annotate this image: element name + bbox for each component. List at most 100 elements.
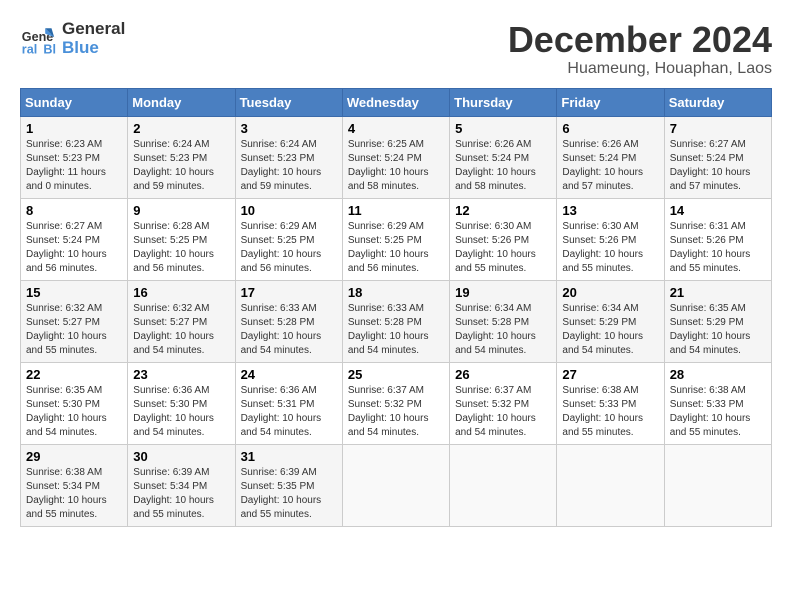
day-info: Sunrise: 6:33 AM Sunset: 5:28 PM Dayligh… <box>348 302 444 358</box>
day-number: 20 <box>562 285 658 300</box>
week-row-2: 8 Sunrise: 6:27 AM Sunset: 5:24 PM Daylig… <box>21 198 772 280</box>
day-info: Sunrise: 6:34 AM Sunset: 5:28 PM Dayligh… <box>455 302 551 358</box>
day-info: Sunrise: 6:24 AM Sunset: 5:23 PM Dayligh… <box>241 138 337 194</box>
svg-text:Blue: Blue <box>43 42 56 56</box>
header-cell-wednesday: Wednesday <box>342 88 449 116</box>
day-info: Sunrise: 6:37 AM Sunset: 5:32 PM Dayligh… <box>348 384 444 440</box>
day-cell: 3 Sunrise: 6:24 AM Sunset: 5:23 PM Daylig… <box>235 116 342 198</box>
day-info: Sunrise: 6:30 AM Sunset: 5:26 PM Dayligh… <box>455 220 551 276</box>
day-number: 26 <box>455 367 551 382</box>
day-cell: 12Sunrise: 6:30 AM Sunset: 5:26 PM Dayli… <box>450 198 557 280</box>
day-cell: 19Sunrise: 6:34 AM Sunset: 5:28 PM Dayli… <box>450 280 557 362</box>
day-cell: 9 Sunrise: 6:28 AM Sunset: 5:25 PM Daylig… <box>128 198 235 280</box>
day-cell: 6Sunrise: 6:26 AM Sunset: 5:24 PM Daylig… <box>557 116 664 198</box>
day-number: 29 <box>26 449 122 464</box>
day-cell: 28Sunrise: 6:38 AM Sunset: 5:33 PM Dayli… <box>664 362 771 444</box>
day-number: 16 <box>133 285 229 300</box>
day-cell: 2 Sunrise: 6:24 AM Sunset: 5:23 PM Daylig… <box>128 116 235 198</box>
logo-icon: Gene ral Blue <box>20 21 56 57</box>
day-cell <box>450 444 557 526</box>
day-cell: 23 Sunrise: 6:36 AM Sunset: 5:30 PM Dayli… <box>128 362 235 444</box>
week-row-1: 1 Sunrise: 6:23 AM Sunset: 5:23 PM Daylig… <box>21 116 772 198</box>
logo-line2: Blue <box>62 39 125 58</box>
day-number: 2 <box>133 121 229 136</box>
day-info: Sunrise: 6:32 AM Sunset: 5:27 PM Dayligh… <box>133 302 229 358</box>
day-cell: 4 Sunrise: 6:25 AM Sunset: 5:24 PM Daylig… <box>342 116 449 198</box>
day-info: Sunrise: 6:37 AM Sunset: 5:32 PM Dayligh… <box>455 384 551 440</box>
day-cell: 21 Sunrise: 6:35 AM Sunset: 5:29 PM Dayli… <box>664 280 771 362</box>
day-number: 14 <box>670 203 766 218</box>
day-number: 6 <box>562 121 658 136</box>
header-cell-saturday: Saturday <box>664 88 771 116</box>
day-info: Sunrise: 6:38 AM Sunset: 5:33 PM Dayligh… <box>670 384 766 440</box>
header-cell-monday: Monday <box>128 88 235 116</box>
header-cell-thursday: Thursday <box>450 88 557 116</box>
day-number: 8 <box>26 203 122 218</box>
day-cell: 20 Sunrise: 6:34 AM Sunset: 5:29 PM Dayli… <box>557 280 664 362</box>
day-cell: 10 Sunrise: 6:29 AM Sunset: 5:25 PM Dayli… <box>235 198 342 280</box>
day-number: 4 <box>348 121 444 136</box>
week-row-3: 15 Sunrise: 6:32 AM Sunset: 5:27 PM Dayli… <box>21 280 772 362</box>
day-info: Sunrise: 6:26 AM Sunset: 5:24 PM Dayligh… <box>455 138 551 194</box>
day-info: Sunrise: 6:36 AM Sunset: 5:31 PM Dayligh… <box>241 384 337 440</box>
day-number: 25 <box>348 367 444 382</box>
day-number: 5 <box>455 121 551 136</box>
day-info: Sunrise: 6:36 AM Sunset: 5:30 PM Dayligh… <box>133 384 229 440</box>
day-info: Sunrise: 6:27 AM Sunset: 5:24 PM Dayligh… <box>670 138 766 194</box>
week-row-4: 22 Sunrise: 6:35 AM Sunset: 5:30 PM Dayli… <box>21 362 772 444</box>
day-cell: 27Sunrise: 6:38 AM Sunset: 5:33 PM Dayli… <box>557 362 664 444</box>
calendar-table: SundayMondayTuesdayWednesdayThursdayFrid… <box>20 88 772 527</box>
day-cell: 30Sunrise: 6:39 AM Sunset: 5:34 PM Dayli… <box>128 444 235 526</box>
day-info: Sunrise: 6:31 AM Sunset: 5:26 PM Dayligh… <box>670 220 766 276</box>
day-cell: 25 Sunrise: 6:37 AM Sunset: 5:32 PM Dayli… <box>342 362 449 444</box>
day-number: 1 <box>26 121 122 136</box>
title-section: December 2024 Huameung, Houaphan, Laos <box>508 20 772 78</box>
day-number: 11 <box>348 203 444 218</box>
day-info: Sunrise: 6:24 AM Sunset: 5:23 PM Dayligh… <box>133 138 229 194</box>
day-number: 13 <box>562 203 658 218</box>
day-cell: 24Sunrise: 6:36 AM Sunset: 5:31 PM Dayli… <box>235 362 342 444</box>
day-number: 31 <box>241 449 337 464</box>
day-number: 22 <box>26 367 122 382</box>
day-number: 18 <box>348 285 444 300</box>
day-info: Sunrise: 6:34 AM Sunset: 5:29 PM Dayligh… <box>562 302 658 358</box>
day-info: Sunrise: 6:28 AM Sunset: 5:25 PM Dayligh… <box>133 220 229 276</box>
day-info: Sunrise: 6:33 AM Sunset: 5:28 PM Dayligh… <box>241 302 337 358</box>
day-info: Sunrise: 6:29 AM Sunset: 5:25 PM Dayligh… <box>241 220 337 276</box>
logo: Gene ral Blue General Blue <box>20 20 125 57</box>
day-info: Sunrise: 6:23 AM Sunset: 5:23 PM Dayligh… <box>26 138 122 194</box>
page-header: Gene ral Blue General Blue December 2024… <box>20 20 772 78</box>
day-info: Sunrise: 6:29 AM Sunset: 5:25 PM Dayligh… <box>348 220 444 276</box>
day-info: Sunrise: 6:30 AM Sunset: 5:26 PM Dayligh… <box>562 220 658 276</box>
day-number: 17 <box>241 285 337 300</box>
logo-line1: General <box>62 20 125 39</box>
day-cell <box>557 444 664 526</box>
day-number: 3 <box>241 121 337 136</box>
day-cell <box>342 444 449 526</box>
day-info: Sunrise: 6:35 AM Sunset: 5:29 PM Dayligh… <box>670 302 766 358</box>
day-info: Sunrise: 6:38 AM Sunset: 5:33 PM Dayligh… <box>562 384 658 440</box>
day-cell: 17 Sunrise: 6:33 AM Sunset: 5:28 PM Dayli… <box>235 280 342 362</box>
day-cell: 15Sunrise: 6:32 AM Sunset: 5:27 PM Dayli… <box>21 280 128 362</box>
day-cell: 11 Sunrise: 6:29 AM Sunset: 5:25 PM Dayli… <box>342 198 449 280</box>
day-cell: 29 Sunrise: 6:38 AM Sunset: 5:34 PM Dayli… <box>21 444 128 526</box>
day-info: Sunrise: 6:39 AM Sunset: 5:35 PM Dayligh… <box>241 466 337 522</box>
day-info: Sunrise: 6:38 AM Sunset: 5:34 PM Dayligh… <box>26 466 122 522</box>
day-number: 30 <box>133 449 229 464</box>
day-info: Sunrise: 6:27 AM Sunset: 5:24 PM Dayligh… <box>26 220 122 276</box>
week-row-5: 29 Sunrise: 6:38 AM Sunset: 5:34 PM Dayli… <box>21 444 772 526</box>
day-cell: 8 Sunrise: 6:27 AM Sunset: 5:24 PM Daylig… <box>21 198 128 280</box>
day-cell: 26 Sunrise: 6:37 AM Sunset: 5:32 PM Dayli… <box>450 362 557 444</box>
day-number: 15 <box>26 285 122 300</box>
day-number: 7 <box>670 121 766 136</box>
day-number: 21 <box>670 285 766 300</box>
day-number: 23 <box>133 367 229 382</box>
day-cell: 18 Sunrise: 6:33 AM Sunset: 5:28 PM Dayli… <box>342 280 449 362</box>
day-number: 9 <box>133 203 229 218</box>
day-info: Sunrise: 6:25 AM Sunset: 5:24 PM Dayligh… <box>348 138 444 194</box>
day-cell: 1 Sunrise: 6:23 AM Sunset: 5:23 PM Daylig… <box>21 116 128 198</box>
calendar-title: December 2024 <box>508 20 772 60</box>
day-info: Sunrise: 6:35 AM Sunset: 5:30 PM Dayligh… <box>26 384 122 440</box>
day-cell: 7 Sunrise: 6:27 AM Sunset: 5:24 PM Daylig… <box>664 116 771 198</box>
day-number: 10 <box>241 203 337 218</box>
